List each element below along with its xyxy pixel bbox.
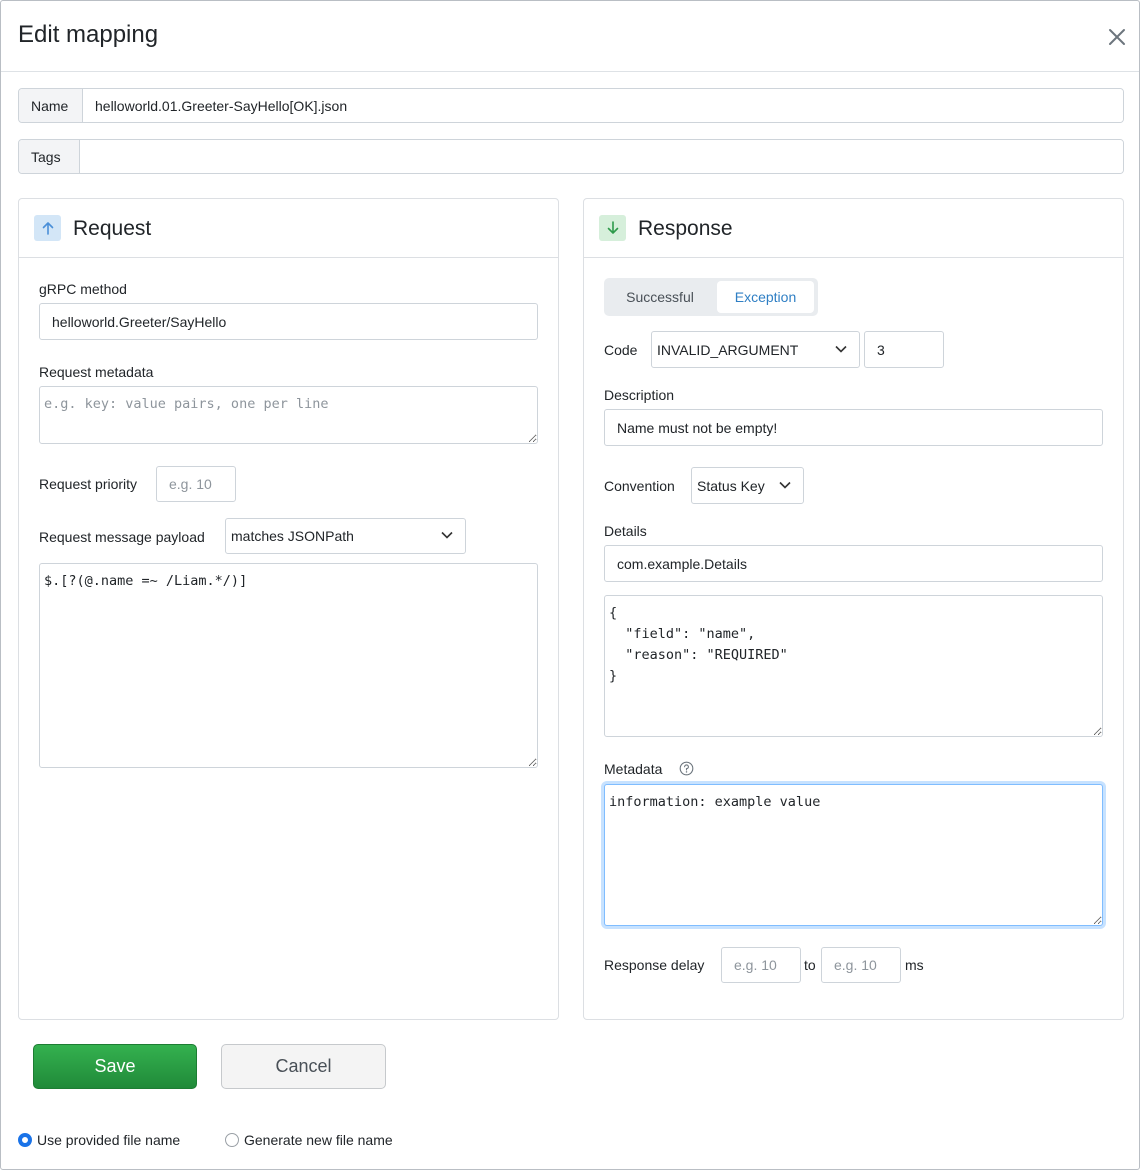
response-delay-unit: ms (905, 957, 924, 973)
chevron-down-icon (441, 531, 453, 539)
name-input[interactable] (83, 89, 1123, 122)
radio-checked-icon[interactable] (18, 1133, 32, 1147)
description-input[interactable] (604, 409, 1103, 446)
request-metadata-textarea[interactable] (39, 386, 538, 444)
payload-matcher-select[interactable]: matches JSONPath (225, 518, 466, 554)
edit-mapping-dialog: Edit mapping Name Tags Request gRPC meth… (0, 0, 1140, 1170)
request-priority-label: Request priority (39, 476, 138, 492)
arrow-down-icon (599, 215, 626, 241)
response-card-title: Response (638, 217, 733, 240)
tab-successful[interactable]: Successful (607, 281, 713, 313)
response-card-header: Response (584, 199, 1123, 258)
request-priority-input[interactable] (156, 466, 236, 502)
description-label: Description (604, 387, 675, 403)
response-delay-label: Response delay (604, 957, 705, 973)
tags-field-group: Tags (18, 139, 1124, 174)
request-card: Request gRPC method Request metadata Req… (18, 198, 559, 1020)
convention-label: Convention (604, 478, 675, 494)
convention-select[interactable]: Status Key (691, 467, 804, 504)
cancel-button[interactable]: Cancel (221, 1044, 386, 1089)
convention-value: Status Key (697, 477, 765, 494)
chevron-down-icon (779, 481, 791, 489)
response-delay-to-label: to (804, 957, 816, 973)
response-delay-from-input[interactable] (721, 947, 801, 983)
request-payload-label: Request message payload (39, 529, 205, 545)
arrow-up-icon (34, 215, 61, 241)
request-payload-textarea[interactable]: $.[?(@.name =~ /Liam.*/)] (39, 563, 538, 768)
radio-generate-new-file-name[interactable]: Generate new file name (225, 1132, 393, 1148)
status-code-select[interactable]: INVALID_ARGUMENT (651, 331, 860, 368)
response-delay-to-input[interactable] (821, 947, 901, 983)
dialog-title: Edit mapping (18, 21, 159, 48)
status-code-number-input[interactable] (864, 331, 944, 368)
response-card: Response Successful Exception Code INVAL… (583, 198, 1124, 1020)
question-circle-icon[interactable] (679, 761, 694, 776)
response-metadata-textarea[interactable]: information: example value (604, 784, 1103, 926)
tab-exception[interactable]: Exception (717, 281, 814, 313)
radio-unchecked-icon[interactable] (225, 1133, 239, 1147)
tags-field-label: Tags (19, 140, 80, 173)
chevron-down-icon (835, 345, 847, 353)
grpc-method-input[interactable] (39, 303, 538, 340)
request-card-title: Request (73, 217, 152, 240)
details-type-input[interactable] (604, 545, 1103, 582)
save-button[interactable]: Save (33, 1044, 197, 1089)
request-card-header: Request (19, 199, 558, 258)
details-label: Details (604, 523, 647, 539)
radio-generate-new-label: Generate new file name (244, 1132, 393, 1148)
grpc-method-label: gRPC method (39, 281, 127, 297)
metadata-label: Metadata (604, 761, 663, 777)
radio-use-provided-label: Use provided file name (37, 1132, 181, 1148)
close-button[interactable] (1103, 23, 1131, 51)
payload-matcher-value: matches JSONPath (231, 528, 354, 544)
dialog-header: Edit mapping (1, 1, 1139, 72)
name-field-group: Name (18, 88, 1124, 123)
close-icon (1109, 29, 1125, 45)
details-json-textarea[interactable]: { "field": "name", "reason": "REQUIRED" … (604, 595, 1103, 737)
response-type-toggle: Successful Exception (604, 278, 818, 316)
name-field-label: Name (19, 89, 83, 122)
code-label: Code (604, 342, 638, 358)
status-code-value: INVALID_ARGUMENT (657, 341, 799, 358)
radio-use-provided-file-name[interactable]: Use provided file name (18, 1132, 180, 1148)
request-metadata-label: Request metadata (39, 364, 154, 380)
tags-input[interactable] (80, 140, 1123, 173)
